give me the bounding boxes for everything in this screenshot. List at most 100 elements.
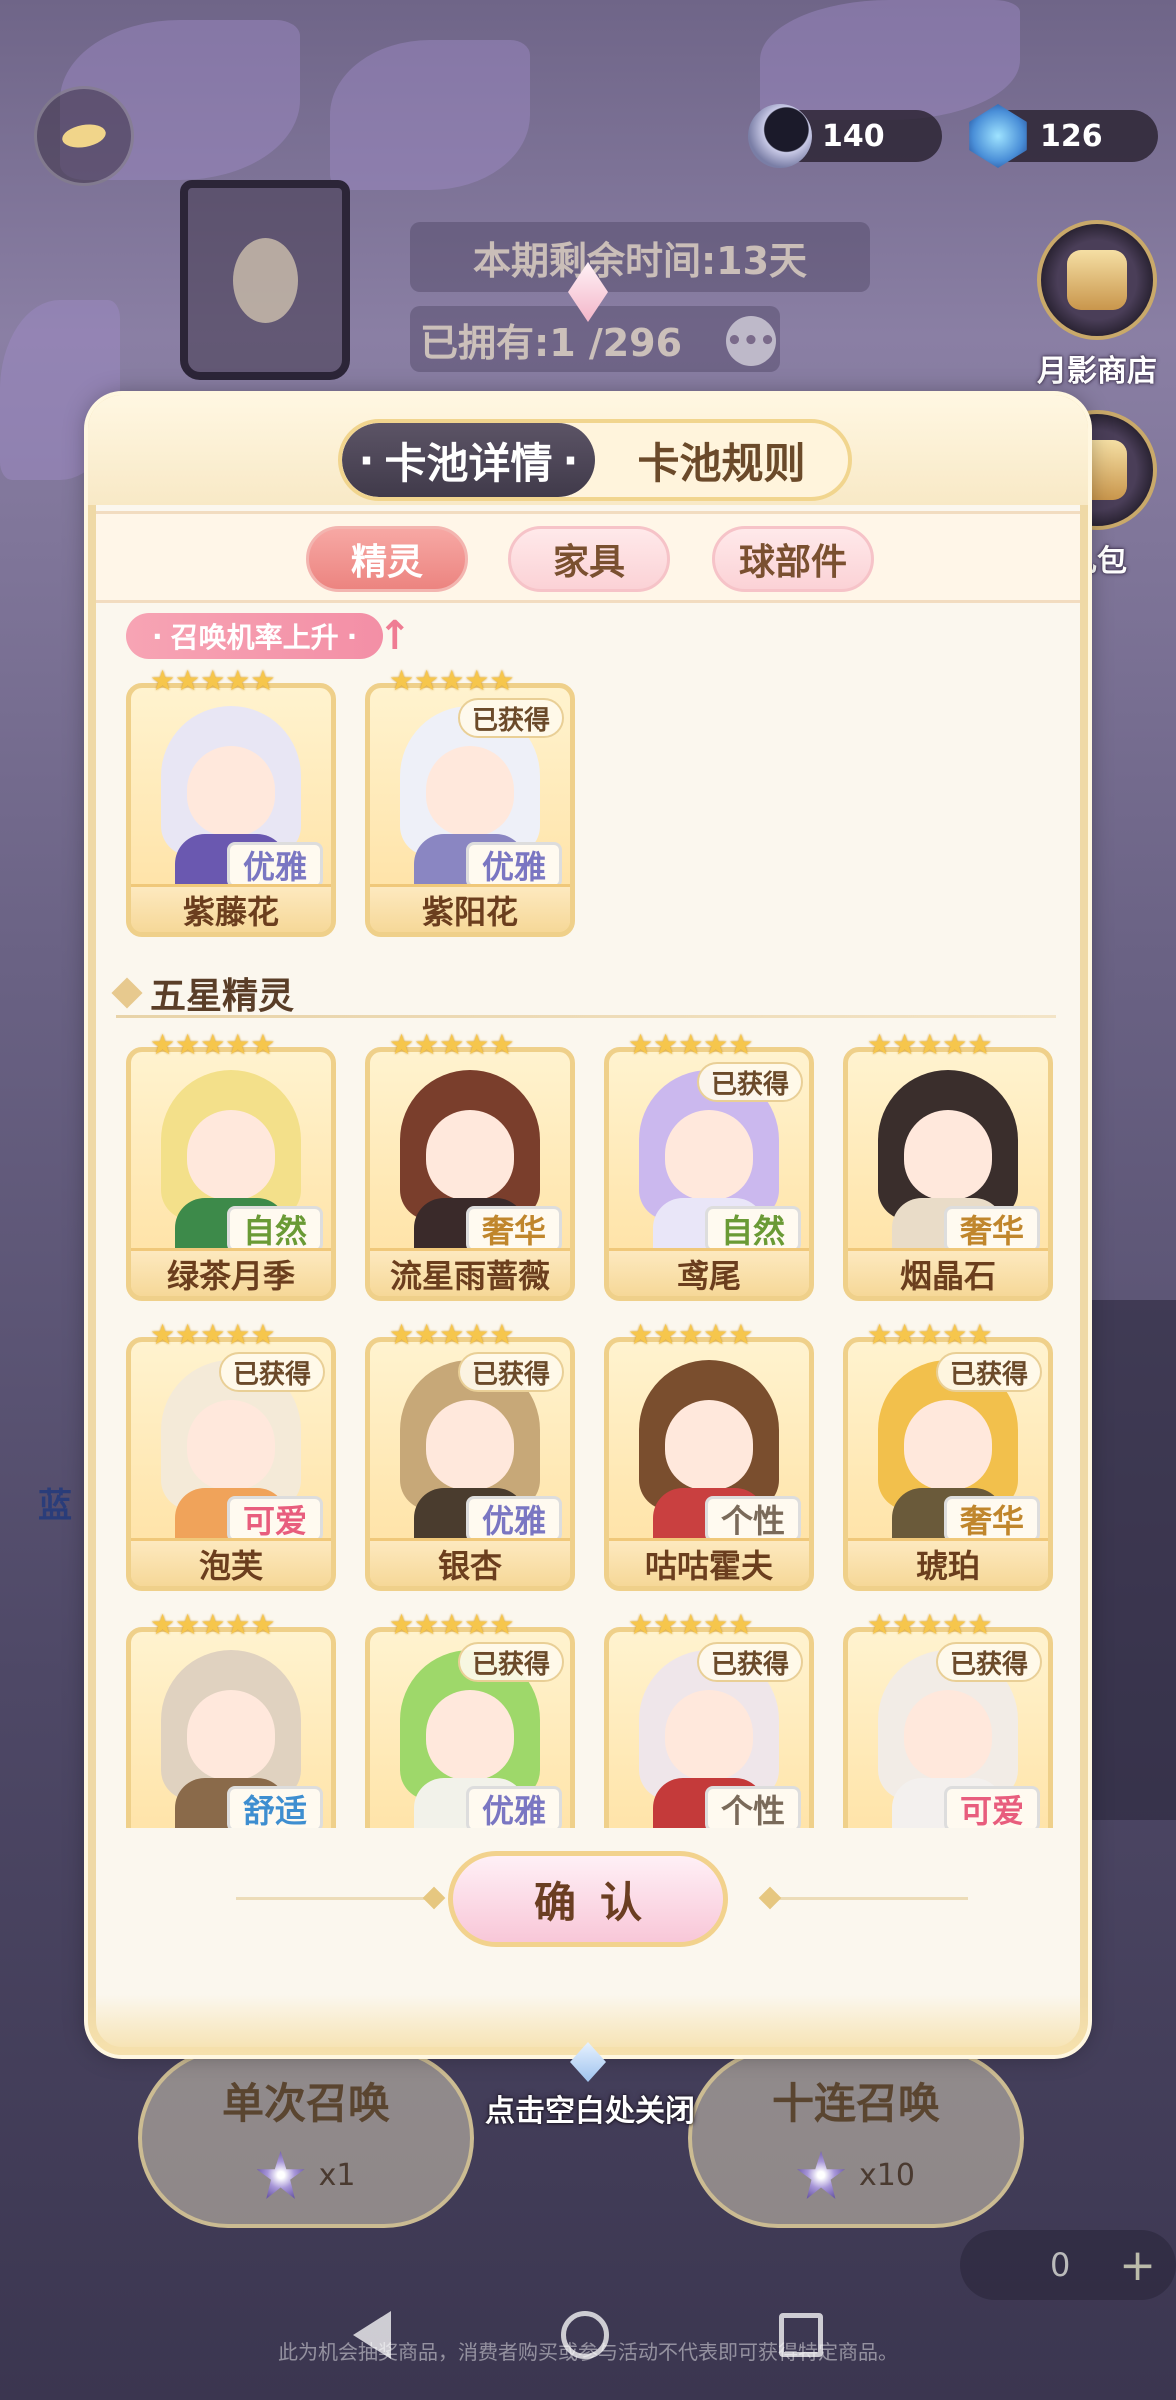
spirit-card[interactable]: ★★★★★ 已获得 奢华 琥珀	[843, 1318, 1053, 1591]
confirm-button[interactable]: 确认	[448, 1851, 728, 1947]
card-frame: 已获得 自然 鸢尾	[604, 1047, 814, 1301]
divider-line	[768, 1897, 968, 1900]
star-rating: ★★★★★	[867, 1318, 993, 1351]
summon-flower-icon	[256, 2151, 305, 2199]
nav-back-icon[interactable]	[353, 2311, 391, 2359]
owned-tag: 已获得	[458, 1352, 564, 1392]
moon-icon	[748, 104, 812, 168]
spirit-card[interactable]: ★★★★★ 已获得个性	[604, 1613, 814, 1828]
trait-badge: 奢华	[944, 1206, 1040, 1252]
card-frame: 舒适	[126, 1627, 336, 1828]
spirit-card[interactable]: ★★★★★ 已获得 优雅 银杏	[365, 1321, 575, 1591]
star-rating: ★★★★★	[150, 1028, 276, 1061]
subtab-furniture[interactable]: 家具	[508, 526, 670, 592]
trait-badge: 优雅	[466, 842, 562, 888]
moon-currency-display: 140	[748, 104, 942, 168]
back-button[interactable]	[34, 86, 134, 186]
spirit-card[interactable]: ★★★★★ 优雅 紫藤花	[126, 664, 336, 937]
star-rating: ★★★★★	[628, 1613, 754, 1641]
background-lantern	[180, 180, 350, 380]
gem-icon	[969, 104, 1027, 168]
subtab-ball-parts[interactable]: 球部件	[712, 526, 874, 592]
card-frame: 已获得 奢华 琥珀	[843, 1337, 1053, 1591]
card-frame: 已获得可爱 泡芙	[126, 1337, 336, 1591]
rate-up-badge: 召唤机率上升	[126, 613, 384, 659]
summon-flower-icon	[797, 2151, 846, 2199]
trait-badge: 自然	[227, 1206, 323, 1252]
spirit-card[interactable]: ★★★★★ 已获得 自然 鸢尾	[604, 1031, 814, 1301]
star-rating: ★★★★★	[389, 1613, 515, 1641]
single-summon-cost: x1	[142, 2151, 470, 2199]
owned-tag: 已获得	[458, 698, 564, 738]
gem-currency-display: 126	[969, 104, 1158, 168]
gem-currency-value: 126	[1040, 118, 1103, 154]
single-summon-button[interactable]: 单次召唤 x1	[138, 2048, 474, 2228]
spirit-card[interactable]: ★★★★★ 奢华 烟晶石	[843, 1028, 1053, 1301]
spirit-card[interactable]: ★★★★★ 自然 绿茶月季	[126, 1028, 336, 1301]
trait-badge: 奢华	[466, 1206, 562, 1252]
spirit-card[interactable]: ★★★★★ 已获得可爱	[843, 1613, 1053, 1828]
sub-tabs-bar: 精灵 家具 球部件	[96, 511, 1080, 603]
card-frame: 自然 绿茶月季	[126, 1047, 336, 1301]
spirit-name: 琥珀	[848, 1538, 1048, 1586]
moon-currency-value: 140	[822, 118, 885, 154]
section-divider	[116, 1015, 1056, 1018]
star-rating: ★★★★★	[150, 1318, 276, 1351]
spirit-name: 泡芙	[131, 1538, 331, 1586]
card-frame: 奢华 烟晶石	[843, 1047, 1053, 1301]
star-rating: ★★★★★	[867, 1613, 993, 1641]
owned-count: 已拥有:1 /296	[410, 306, 780, 372]
card-frame: 已获得 个性	[604, 1627, 814, 1828]
trait-badge: 个性	[705, 1496, 801, 1542]
background-leaf	[760, 0, 1020, 120]
back-leaf-icon	[60, 121, 108, 151]
card-frame: 已获得 可爱	[843, 1627, 1053, 1828]
spirit-card[interactable]: ★★★★★ 奢华 流星雨蔷薇	[365, 1031, 575, 1301]
nav-home-icon[interactable]	[561, 2311, 609, 2359]
owned-tag: 已获得	[697, 1062, 803, 1102]
card-frame: 已获得 优雅 紫阳花	[365, 683, 575, 937]
owned-tag: 已获得	[697, 1642, 803, 1682]
background-leaf	[330, 40, 530, 190]
spirit-card[interactable]: ★★★★★ 舒适	[126, 1613, 336, 1828]
pool-details-modal: 卡池详情 卡池规则 精灵 家具 球部件 召唤机率上升 ↑ ★★★★★优雅紫藤花★…	[88, 395, 1088, 2055]
background-text: 蓝	[38, 1486, 72, 1526]
spirit-name: 绿茶月季	[131, 1248, 331, 1296]
trait-badge: 自然	[705, 1206, 801, 1252]
more-icon[interactable]: •••	[726, 316, 776, 366]
star-rating: ★★★★★	[150, 1613, 276, 1641]
single-summon-label: 单次召唤	[221, 2079, 390, 2128]
spirit-name: 烟晶石	[848, 1248, 1048, 1296]
spirit-card[interactable]: ★★★★★ 已获得可爱 泡芙	[126, 1318, 336, 1591]
close-hint[interactable]: 点击空白处关闭	[440, 2086, 740, 2130]
ten-summon-cost: x10	[692, 2151, 1020, 2199]
nav-recent-apps-icon[interactable]	[779, 2313, 823, 2357]
subtab-spirits[interactable]: 精灵	[306, 526, 468, 592]
spirit-card[interactable]: ★★★★★ 已获得 优雅 紫阳花	[365, 667, 575, 937]
spirit-name: 紫藤花	[131, 884, 331, 932]
trait-badge: 优雅	[466, 1496, 562, 1542]
trait-badge: 优雅	[466, 1786, 562, 1828]
star-rating: ★★★★★	[867, 1028, 993, 1061]
card-frame: 已获得 优雅	[365, 1627, 575, 1828]
spirit-card[interactable]: ★★★★★ 已获得优雅	[365, 1613, 575, 1828]
section-title-five-star: 五星精灵	[116, 967, 294, 1019]
trait-badge: 优雅	[227, 842, 323, 888]
owned-tag: 已获得	[458, 1642, 564, 1682]
trait-badge: 可爱	[944, 1786, 1040, 1828]
trait-badge: 个性	[705, 1786, 801, 1828]
shop-label: 月影商店	[1037, 354, 1157, 389]
owned-tag: 已获得	[219, 1352, 325, 1392]
spirit-name: 银杏	[370, 1538, 570, 1586]
main-tabs: 卡池详情 卡池规则	[338, 419, 852, 501]
ten-summon-button[interactable]: 十连召唤 x10	[688, 2048, 1024, 2228]
owned-tag: 已获得	[936, 1642, 1042, 1682]
system-navigation-bar	[0, 2270, 1176, 2400]
trait-badge: 可爱	[227, 1496, 323, 1542]
moon-shadow-shop-button[interactable]: 月影商店	[1032, 220, 1162, 390]
tab-pool-details[interactable]: 卡池详情	[342, 423, 595, 497]
owned-tag: 已获得	[936, 1352, 1042, 1392]
star-rating: ★★★★★	[150, 664, 276, 697]
spirit-card[interactable]: ★★★★★ 个性 咕咕霍夫	[604, 1321, 814, 1591]
tab-pool-rules[interactable]: 卡池规则	[595, 423, 848, 497]
